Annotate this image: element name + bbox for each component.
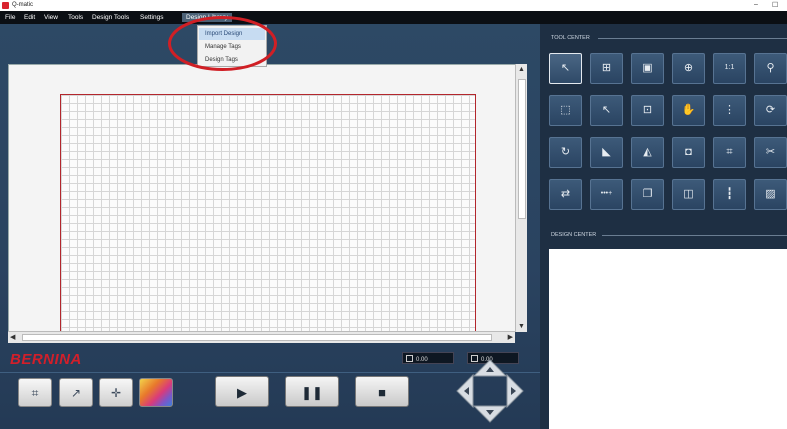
mirror-tool-button[interactable]: ◭ — [631, 137, 664, 168]
resize-icon: ⬚ — [560, 104, 571, 116]
horizontal-scrollbar[interactable]: ◀ ▶ — [8, 331, 515, 343]
scroll-left-icon[interactable]: ◀ — [10, 333, 15, 341]
spacing-tool-button[interactable]: ◫ — [672, 179, 705, 210]
menu-file[interactable]: File — [5, 14, 15, 21]
dpad-right-button[interactable] — [506, 373, 524, 409]
crop-shape-icon: ◘ — [685, 146, 692, 158]
horizontal-scroll-thumb[interactable] — [22, 334, 492, 341]
stop-button[interactable]: ■ — [355, 376, 409, 407]
needle-button[interactable]: ↗ — [59, 378, 93, 407]
menu-edit[interactable]: Edit — [24, 14, 35, 21]
vertical-scrollbar[interactable]: ▲ ▼ — [515, 64, 527, 332]
vertical-scroll-thumb[interactable] — [518, 79, 526, 219]
scroll-down-icon[interactable]: ▼ — [518, 323, 525, 330]
pan-hand-tool-button[interactable]: ✋ — [672, 95, 705, 126]
right-sidebar: TOOL CENTER ↖ ⊞ ▣ ⊕ 1:1 ⚲ ⬚ ↖ ⊡ ✋ ⋮ ⟳ ↻ ◣ ◭ ◘ ⌗ ✂ ⇄ •••+ ❐ ◫ ┇… — [540, 24, 787, 429]
dpad-left-button[interactable] — [456, 373, 474, 409]
menu-view[interactable]: View — [44, 14, 58, 21]
window-title: Q-matic — [12, 2, 33, 8]
move-target-tool-button[interactable]: ⊕ — [672, 53, 705, 84]
minimize-button[interactable]: – — [754, 1, 758, 8]
zoom-tool-button[interactable]: ⚲ — [754, 53, 787, 84]
play-icon: ▶ — [237, 385, 247, 400]
brand-logo: BERNINA — [10, 351, 82, 368]
flip-horizontal-tool-button[interactable]: ◣ — [590, 137, 623, 168]
rotate-view-icon: ⟳ — [765, 104, 776, 116]
app-logo-icon — [2, 2, 9, 9]
menu-design-tools[interactable]: Design Tools — [92, 14, 129, 21]
direction-pad[interactable] — [456, 358, 524, 424]
dpad-down-button[interactable] — [472, 405, 508, 423]
crosshair-icon: ✛ — [110, 386, 122, 400]
add-layer-icon: ⊞ — [601, 62, 612, 74]
layer-order-icon: ▣ — [642, 62, 653, 74]
add-layer-tool-button[interactable]: ⊞ — [590, 53, 623, 84]
stitch-plus-icon: •••+ — [600, 190, 613, 197]
distribute-icon: ⋮ — [724, 104, 735, 116]
x-value: 0.00 — [416, 357, 428, 363]
quilting-area-grid[interactable] — [60, 94, 476, 332]
ruler-tool-button[interactable]: ┇ — [713, 179, 746, 210]
expand-icon: ⌗ — [726, 146, 733, 158]
zoom-icon: ⚲ — [766, 62, 775, 74]
title-bar: Q-matic – ☐ — [0, 0, 787, 11]
stitch-plus-tool-button[interactable]: •••+ — [590, 179, 623, 210]
width-icon — [406, 355, 413, 362]
design-center-divider — [602, 235, 787, 236]
rotate-view-tool-button[interactable]: ⟳ — [754, 95, 787, 126]
spacing-icon: ◫ — [683, 188, 694, 200]
actual-size-tool-button[interactable]: 1:1 — [713, 53, 746, 84]
menu-tools[interactable]: Tools — [68, 14, 83, 21]
repeat-icon: ⇄ — [560, 188, 571, 200]
ruler-icon: ┇ — [726, 188, 733, 200]
menu-bar: File Edit View Tools Design Tools Settin… — [0, 11, 787, 24]
move-target-icon: ⊕ — [683, 62, 694, 74]
needle-icon: ↗ — [70, 386, 82, 400]
actual-size-icon: 1:1 — [724, 64, 735, 71]
pointer-tool-button[interactable]: ↖ — [549, 53, 582, 84]
x-coordinate-readout: 0.00 — [402, 352, 454, 364]
design-center-panel[interactable] — [549, 249, 787, 429]
expand-tool-button[interactable]: ⌗ — [713, 137, 746, 168]
pointer-icon: ↖ — [560, 62, 571, 74]
rotate-icon: ↻ — [560, 146, 571, 158]
scissors-icon: ✂ — [765, 146, 776, 158]
mirror-icon: ◭ — [643, 146, 652, 158]
crop-shape-tool-button[interactable]: ◘ — [672, 137, 705, 168]
color-palette-button[interactable] — [139, 378, 173, 407]
menu-settings[interactable]: Settings — [140, 14, 164, 21]
repeat-tool-button[interactable]: ⇄ — [549, 179, 582, 210]
scroll-right-icon[interactable]: ▶ — [508, 333, 513, 341]
play-button[interactable]: ▶ — [215, 376, 269, 407]
image-tool-button[interactable]: ▨ — [754, 179, 787, 210]
crop-frame-icon: ⌗ — [31, 386, 39, 400]
crosshair-button[interactable]: ✛ — [99, 378, 133, 407]
node-edit-icon: ↖ — [601, 104, 612, 116]
layer-order-tool-button[interactable]: ▣ — [631, 53, 664, 84]
rotate-tool-button[interactable]: ↻ — [549, 137, 582, 168]
node-edit-tool-button[interactable]: ↖ — [590, 95, 623, 126]
flip-horizontal-icon: ◣ — [602, 146, 611, 158]
restore-button[interactable]: ☐ — [772, 1, 778, 9]
tool-center-divider — [598, 38, 787, 39]
pause-button[interactable]: ❚❚ — [285, 376, 339, 407]
resize-tool-button[interactable]: ⬚ — [549, 95, 582, 126]
dpad-up-button[interactable] — [472, 359, 508, 377]
scroll-up-icon[interactable]: ▲ — [518, 66, 525, 73]
pause-icon: ❚❚ — [301, 385, 323, 400]
fit-box-icon: ⊡ — [642, 104, 653, 116]
image-icon: ▨ — [765, 188, 776, 200]
tool-center-label: TOOL CENTER — [551, 35, 590, 41]
duplicate-tool-button[interactable]: ❐ — [631, 179, 664, 210]
design-center-label: DESIGN CENTER — [551, 232, 597, 238]
scissors-tool-button[interactable]: ✂ — [754, 137, 787, 168]
fit-box-tool-button[interactable]: ⊡ — [631, 95, 664, 126]
distribute-tool-button[interactable]: ⋮ — [713, 95, 746, 126]
pan-hand-icon: ✋ — [681, 104, 696, 116]
crop-frame-button[interactable]: ⌗ — [18, 378, 52, 407]
duplicate-icon: ❐ — [642, 188, 653, 200]
stop-icon: ■ — [378, 385, 386, 400]
annotation-circle — [168, 16, 277, 71]
